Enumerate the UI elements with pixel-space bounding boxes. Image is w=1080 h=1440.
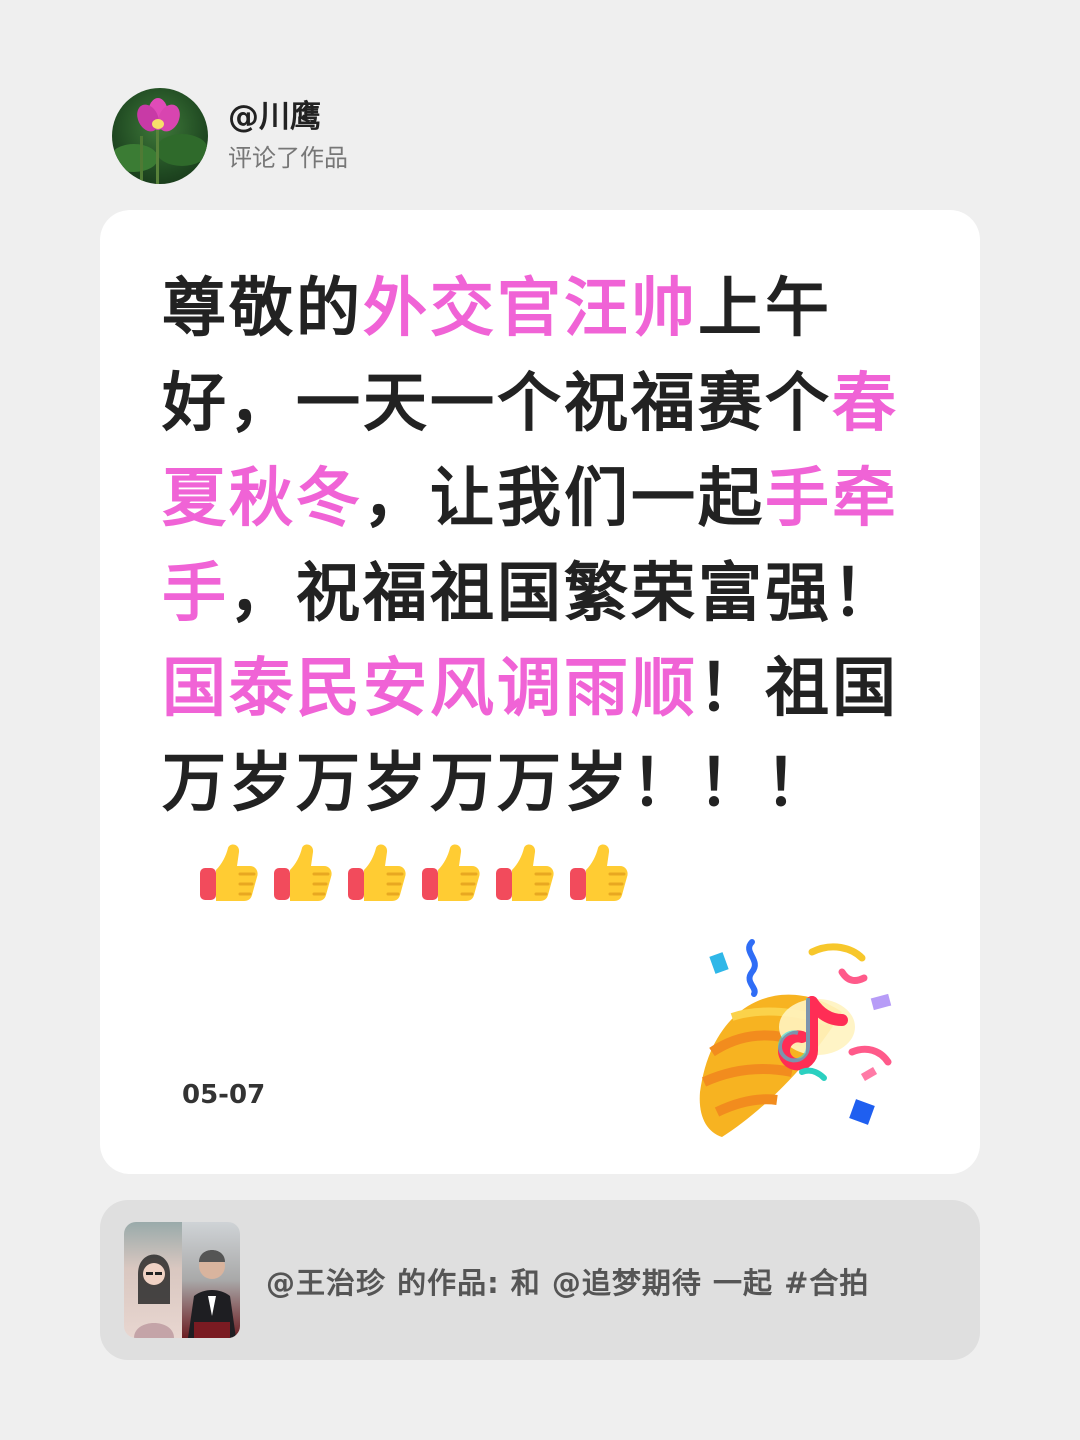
action-text: 评论了作品 [228, 144, 348, 172]
comment-segment-highlight: 国泰民安风调雨顺 [162, 652, 698, 726]
comment-segment: 尊敬的 [162, 272, 363, 346]
user-info: @川鹰 评论了作品 [228, 97, 348, 175]
comment-date: 05-07 [182, 1080, 266, 1110]
comment-segment: ，祝福祖国繁荣富强！ [229, 557, 899, 631]
thumbs-up-icon [418, 838, 482, 902]
comment-card: 尊敬的外交官汪帅上午好，一天一个祝福赛个春夏秋冬，让我们一起手牵手，祝福祖国繁荣… [100, 210, 980, 1174]
comment-text: 尊敬的外交官汪帅上午好，一天一个祝福赛个春夏秋冬，让我们一起手牵手，祝福祖国繁荣… [162, 262, 922, 927]
username[interactable]: @川鹰 [228, 97, 348, 137]
work-thumbnail[interactable] [124, 1222, 240, 1338]
thumbs-up-icon [270, 838, 334, 902]
lotus-flower-icon [112, 98, 208, 184]
comment-segment-highlight: 外交官汪帅 [363, 272, 698, 346]
thumbnail-left-panel [124, 1222, 182, 1338]
comment-segment: ，让我们一起 [363, 462, 765, 536]
thumbnail-right-panel [182, 1222, 240, 1338]
comment-header: @川鹰 评论了作品 [112, 88, 348, 184]
work-description[interactable]: @王治珍 的作品: 和 @追梦期待 一起 #合拍 [266, 1260, 869, 1302]
party-popper-icon [699, 939, 892, 1137]
thumbs-up-icon [492, 838, 556, 902]
thumbs-up-emoji-row [162, 842, 640, 916]
comment-notification-page: @川鹰 评论了作品 尊敬的外交官汪帅上午好，一天一个祝福赛个春夏秋冬，让我们一起… [0, 0, 1080, 1440]
avatar[interactable] [112, 88, 208, 184]
thumbs-up-icon [344, 838, 408, 902]
thumbs-up-icon [566, 838, 630, 902]
original-work-card[interactable]: @王治珍 的作品: 和 @追梦期待 一起 #合拍 [100, 1200, 980, 1360]
thumbs-up-icon [196, 838, 260, 902]
